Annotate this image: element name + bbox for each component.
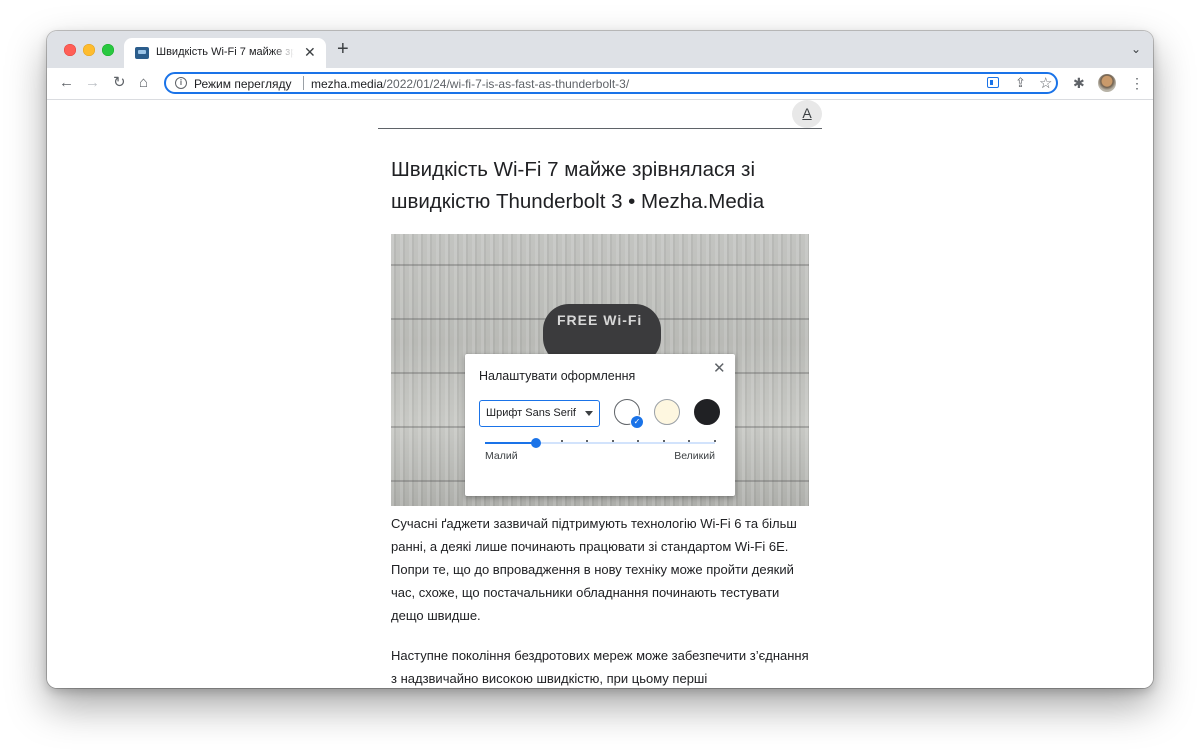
bookmark-star-icon[interactable]: ☆ <box>1039 74 1052 92</box>
slider-tick <box>714 440 716 442</box>
theme-light-swatch[interactable]: ✓ <box>614 399 644 429</box>
minimize-window-button[interactable] <box>83 44 95 56</box>
close-window-button[interactable] <box>64 44 76 56</box>
reader-mode-icon[interactable] <box>987 77 999 88</box>
reader-mode-label: Режим перегляду <box>194 77 292 91</box>
tab-title: Швидкість Wi-Fi 7 майже зрівнялася зі шв… <box>156 46 294 58</box>
site-favicon-icon <box>135 47 149 59</box>
slider-thumb[interactable] <box>531 438 542 448</box>
url-domain: mezha.media <box>311 77 384 91</box>
hero-badge-text: FREE Wi-Fi <box>557 312 643 328</box>
reload-button[interactable]: ↻ <box>113 74 126 92</box>
slider-min-label: Малий <box>485 450 518 462</box>
browser-window: Швидкість Wi-Fi 7 майже зрівнялася зі шв… <box>47 31 1153 688</box>
tab-strip: Швидкість Wi-Fi 7 майже зрівнялася зі шв… <box>47 31 1153 68</box>
selected-check-icon: ✓ <box>630 415 644 429</box>
share-icon[interactable]: ⇪ <box>1015 75 1026 91</box>
tab-search-chevron-icon[interactable]: ⌄ <box>1131 42 1141 56</box>
home-button[interactable]: ⌂ <box>139 74 148 92</box>
extensions-puzzle-icon[interactable]: ✱ <box>1073 74 1085 92</box>
slider-fill <box>485 442 537 444</box>
appearance-settings-dialog: Налаштувати оформлення ✕ Шрифт Sans Seri… <box>465 354 735 496</box>
back-button[interactable]: ← <box>59 74 74 92</box>
url-path: /2022/01/24/wi-fi-7-is-as-fast-as-thunde… <box>383 77 630 91</box>
slider-tick <box>611 440 614 442</box>
slider-tick <box>586 440 589 442</box>
site-info-icon[interactable]: i <box>175 77 187 89</box>
omnibox-separator <box>303 76 304 90</box>
article-paragraph-1: Сучасні ґаджети зазвичай підтримують тех… <box>391 516 797 623</box>
slider-tick <box>637 440 640 442</box>
font-family-select[interactable]: Шрифт Sans Serif <box>479 400 600 427</box>
address-bar[interactable]: i Режим перегляду mezha.media/2022/01/24… <box>164 72 1058 94</box>
font-family-value: Шрифт Sans Serif <box>486 407 576 419</box>
browser-toolbar: ← → ↻ ⌂ i Режим перегляду mezha.media/20… <box>47 68 1153 100</box>
article-title: Швидкість Wi-Fi 7 майже зрівнялася зі шв… <box>391 158 765 213</box>
theme-sepia-swatch[interactable] <box>654 399 680 425</box>
article-paragraph-2: Наступне покоління бездротових мереж мож… <box>391 648 809 686</box>
slider-tick <box>688 440 691 442</box>
new-tab-button[interactable]: + <box>337 39 349 59</box>
reader-content: A Швидкість Wi-Fi 7 майже зрівнялася зі … <box>47 100 1153 688</box>
zoom-window-button[interactable] <box>102 44 114 56</box>
profile-avatar[interactable] <box>1098 74 1116 92</box>
dialog-close-icon[interactable]: ✕ <box>713 361 726 377</box>
dialog-title: Налаштувати оформлення <box>479 369 636 383</box>
tab-active[interactable]: Швидкість Wi-Fi 7 майже зрівнялася зі шв… <box>124 38 326 68</box>
slider-tick <box>662 440 665 442</box>
slider-tick <box>560 440 563 442</box>
theme-dark-swatch[interactable] <box>694 399 720 425</box>
forward-button[interactable]: → <box>85 74 100 92</box>
menu-kebab-icon[interactable]: ⋮ <box>1130 74 1144 92</box>
url-text[interactable]: mezha.media/2022/01/24/wi-fi-7-is-as-fas… <box>311 77 629 91</box>
dropdown-arrow-icon <box>585 411 593 416</box>
appearance-settings-button[interactable]: A <box>792 100 822 128</box>
tab-close-icon[interactable]: ✕ <box>304 44 316 60</box>
header-divider <box>378 128 822 129</box>
font-size-slider[interactable] <box>485 438 716 448</box>
slider-max-label: Великий <box>674 450 715 462</box>
